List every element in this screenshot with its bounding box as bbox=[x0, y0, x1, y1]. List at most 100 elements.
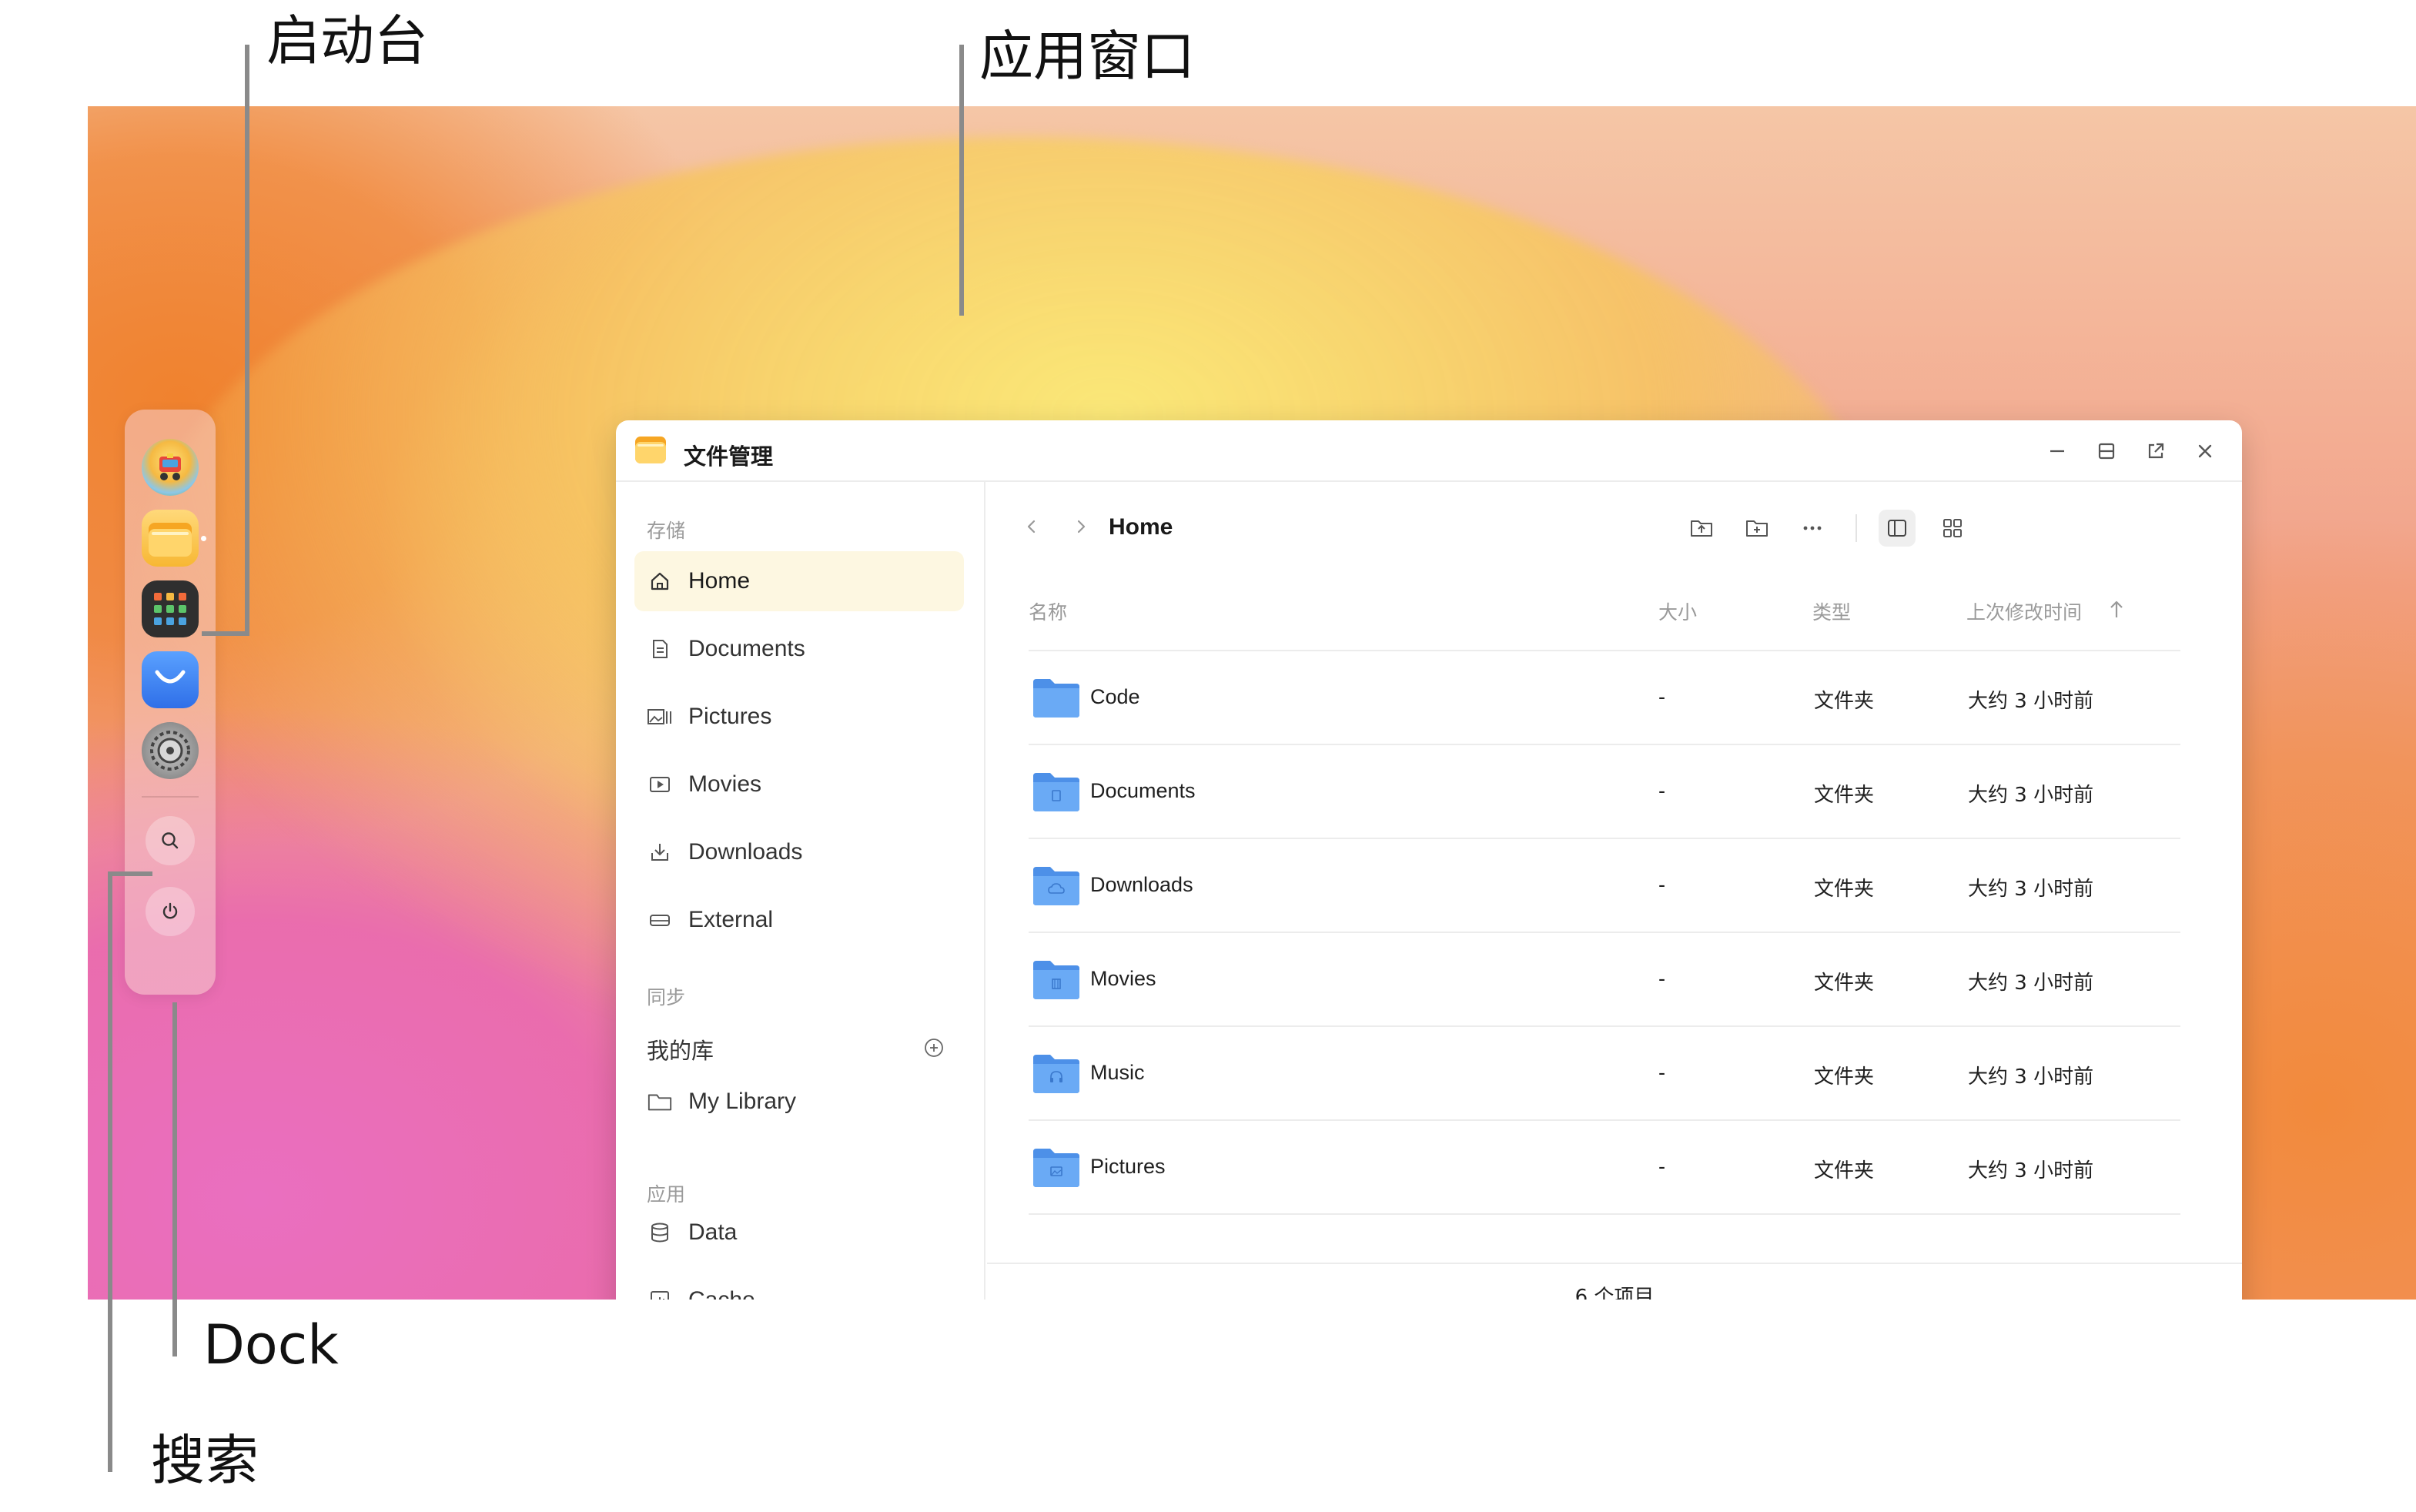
row-name: Documents bbox=[1090, 779, 1196, 802]
download-icon bbox=[647, 839, 673, 865]
sidebar-item-my-library[interactable]: My Library bbox=[634, 1072, 964, 1132]
more-options-button[interactable] bbox=[1794, 510, 1831, 547]
row-modified: 大约 3 小时前 bbox=[1968, 972, 2094, 995]
sidebar-item-label: Documents bbox=[688, 636, 805, 661]
close-icon[interactable] bbox=[2191, 437, 2219, 465]
file-manager-window: 文件管理 存储 Home Documents Pictures Movies D… bbox=[616, 420, 2242, 1300]
documents-folder-icon bbox=[1033, 773, 1079, 811]
row-size: - bbox=[1658, 779, 1665, 802]
game-app-icon[interactable] bbox=[142, 439, 199, 496]
row-name: Pictures bbox=[1090, 1155, 1166, 1178]
row-type: 文件夹 bbox=[1814, 972, 1875, 995]
open-external-icon[interactable] bbox=[2142, 437, 2170, 465]
sidebar-layout-icon bbox=[1888, 520, 1906, 537]
my-library-heading: 我的库 bbox=[647, 1038, 714, 1064]
breadcrumb[interactable]: Home bbox=[1109, 514, 1173, 540]
list-view-toggle[interactable] bbox=[1879, 510, 1916, 547]
sidebar-item-movies[interactable]: Movies bbox=[634, 754, 964, 815]
callout-search-connector bbox=[108, 871, 152, 876]
folder-icon bbox=[1033, 679, 1079, 718]
sidebar-item-cache[interactable]: Cache bbox=[634, 1270, 964, 1300]
database-icon bbox=[647, 1219, 673, 1246]
back-button[interactable] bbox=[1018, 513, 1046, 540]
pictures-folder-icon bbox=[1033, 1149, 1079, 1187]
column-header-name[interactable]: 名称 bbox=[1029, 597, 1067, 625]
movies-folder-icon bbox=[1033, 961, 1079, 999]
sidebar-item-pictures[interactable]: Pictures bbox=[634, 687, 964, 747]
row-modified: 大约 3 小时前 bbox=[1968, 1065, 2094, 1089]
add-circle-icon bbox=[925, 1039, 943, 1057]
table-row[interactable]: Movies - 文件夹 大约 3 小时前 bbox=[1029, 932, 2180, 1025]
home-icon bbox=[647, 568, 673, 594]
new-folder-button[interactable] bbox=[1738, 510, 1775, 547]
app-store-icon[interactable] bbox=[142, 651, 199, 708]
sidebar-section-sync: 同步 bbox=[647, 986, 686, 1009]
table-row[interactable]: Music - 文件夹 大约 3 小时前 bbox=[1029, 1025, 2180, 1119]
dock-separator bbox=[142, 796, 199, 798]
sidebar-item-label: Home bbox=[688, 568, 751, 594]
movie-icon bbox=[647, 771, 673, 798]
chevron-left-icon bbox=[1027, 520, 1036, 534]
table-row[interactable]: Documents - 文件夹 大约 3 小时前 bbox=[1029, 744, 2180, 838]
search-icon[interactable] bbox=[146, 816, 195, 865]
downloads-folder-icon bbox=[1033, 867, 1079, 905]
sidebar-item-home[interactable]: Home bbox=[634, 551, 964, 611]
file-manager-app-icon bbox=[635, 437, 666, 463]
callout-app-window-label: 应用窗口 bbox=[979, 25, 1195, 88]
main-pane: Home 名称 大小 类型 上次修改时间 Code - 文件夹 大约 3 小时前… bbox=[987, 482, 2242, 1300]
sidebar-item-data[interactable]: Data bbox=[634, 1203, 964, 1263]
row-size: - bbox=[1658, 967, 1665, 990]
row-modified: 大约 3 小时前 bbox=[1968, 1159, 2094, 1183]
sort-ascending-icon[interactable] bbox=[2106, 599, 2127, 621]
row-size: - bbox=[1658, 685, 1665, 708]
running-indicator bbox=[201, 536, 206, 541]
status-bar: 6 个项目 bbox=[987, 1263, 2242, 1300]
row-type: 文件夹 bbox=[1814, 878, 1875, 901]
row-name: Music bbox=[1090, 1061, 1145, 1084]
forward-button[interactable] bbox=[1067, 513, 1095, 540]
sidebar-item-label: Downloads bbox=[688, 839, 803, 865]
column-header-modified[interactable]: 上次修改时间 bbox=[1966, 597, 2082, 625]
file-manager-app-icon[interactable] bbox=[142, 510, 206, 567]
row-type: 文件夹 bbox=[1814, 1065, 1875, 1089]
sidebar-item-label: Movies bbox=[688, 771, 762, 797]
sidebar-item-documents[interactable]: Documents bbox=[634, 619, 964, 679]
sidebar-item-label: Data bbox=[688, 1219, 738, 1245]
row-name: Downloads bbox=[1090, 873, 1193, 896]
add-library-button[interactable] bbox=[921, 1035, 947, 1061]
window-title: 文件管理 bbox=[684, 443, 774, 470]
callout-launchpad-label: 启动台 bbox=[266, 9, 428, 72]
cache-icon bbox=[647, 1287, 673, 1300]
table-row[interactable]: Pictures - 文件夹 大约 3 小时前 bbox=[1029, 1119, 2180, 1213]
column-header-size[interactable]: 大小 bbox=[1658, 597, 1697, 625]
column-header-type[interactable]: 类型 bbox=[1812, 597, 1851, 625]
settings-app-icon[interactable] bbox=[142, 722, 199, 779]
sidebar-item-downloads[interactable]: Downloads bbox=[634, 822, 964, 882]
maximize-icon[interactable] bbox=[2093, 437, 2120, 465]
grid-view-toggle[interactable] bbox=[1934, 510, 1971, 547]
toolbar-divider bbox=[1856, 514, 1857, 542]
row-size: - bbox=[1658, 1155, 1665, 1178]
sidebar-item-label: Pictures bbox=[688, 704, 772, 729]
upload-folder-button[interactable] bbox=[1683, 510, 1720, 547]
table-bottom-divider bbox=[1029, 1213, 2180, 1215]
row-name: Code bbox=[1090, 685, 1140, 708]
row-type: 文件夹 bbox=[1814, 1159, 1875, 1183]
table-row[interactable]: Downloads - 文件夹 大约 3 小时前 bbox=[1029, 838, 2180, 932]
document-icon bbox=[647, 636, 673, 662]
title-bar: 文件管理 bbox=[616, 420, 2242, 482]
table-row[interactable]: Code - 文件夹 大约 3 小时前 bbox=[1029, 650, 2180, 744]
sidebar-item-external[interactable]: External bbox=[634, 890, 964, 950]
callout-search-line bbox=[108, 871, 112, 1472]
row-size: - bbox=[1658, 873, 1665, 896]
power-icon[interactable] bbox=[146, 887, 195, 936]
minimize-icon[interactable] bbox=[2043, 437, 2071, 465]
item-count: 6 个项目 bbox=[1574, 1285, 1655, 1300]
row-modified: 大约 3 小时前 bbox=[1968, 784, 2094, 807]
music-folder-icon bbox=[1033, 1055, 1079, 1093]
pictures-icon bbox=[647, 704, 673, 730]
callout-search-label: 搜索 bbox=[151, 1429, 259, 1492]
callout-dock-label: Dock bbox=[203, 1313, 339, 1377]
launchpad-icon[interactable] bbox=[142, 580, 199, 637]
sidebar: 存储 Home Documents Pictures Movies Downlo… bbox=[616, 482, 985, 1300]
